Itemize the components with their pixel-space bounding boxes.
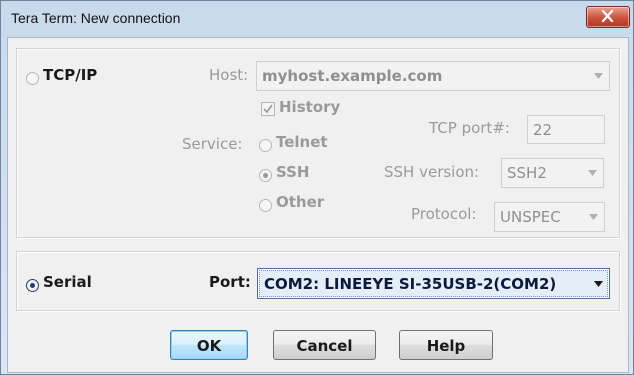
host-label: Host: [209, 66, 249, 84]
tcp-port-input[interactable]: 22 [527, 115, 605, 144]
close-button[interactable] [586, 6, 630, 28]
tcpip-radio[interactable] [26, 72, 39, 85]
port-value: COM2: LINEEYE SI-35USB-2(COM2) [264, 274, 557, 293]
ssh-version-value: SSH2 [507, 164, 547, 182]
checkmark-icon [263, 104, 273, 114]
history-checkbox[interactable] [261, 102, 275, 116]
history-label[interactable]: History [279, 98, 340, 116]
telnet-radio[interactable] [259, 139, 272, 152]
other-radio[interactable] [259, 199, 272, 212]
chevron-down-icon[interactable] [594, 73, 603, 79]
dialog-window: Tera Term: New connection TCP/IP Host: m… [0, 0, 634, 375]
ok-button[interactable]: OK [170, 330, 248, 360]
chevron-down-icon[interactable] [594, 280, 603, 287]
window-title: Tera Term: New connection [11, 10, 181, 26]
port-selection-highlight: COM2: LINEEYE SI-35USB-2(COM2) [259, 270, 608, 297]
ssh-label[interactable]: SSH [276, 163, 310, 181]
port-label: Port: [209, 273, 251, 291]
ssh-version-label: SSH version: [384, 163, 480, 181]
title-bar[interactable]: Tera Term: New connection [1, 1, 633, 37]
other-label[interactable]: Other [276, 193, 324, 211]
chevron-down-icon[interactable] [588, 170, 597, 176]
dialog-client-area: TCP/IP Host: myhost.example.com History … [7, 37, 629, 373]
telnet-label[interactable]: Telnet [276, 133, 328, 151]
cancel-button[interactable]: Cancel [273, 330, 376, 360]
tcp-port-value: 22 [533, 120, 553, 139]
service-label: Service: [182, 135, 243, 153]
protocol-select[interactable]: UNSPEC [494, 202, 605, 232]
serial-radio-label[interactable]: Serial [43, 273, 92, 291]
chevron-down-icon[interactable] [589, 214, 598, 220]
close-icon [601, 10, 614, 22]
tcpip-radio-label[interactable]: TCP/IP [43, 66, 97, 84]
ssh-radio[interactable] [259, 169, 272, 182]
serial-radio[interactable] [26, 279, 39, 292]
tcp-port-label: TCP port#: [429, 119, 510, 137]
help-button[interactable]: Help [399, 330, 493, 360]
protocol-label: Protocol: [411, 205, 477, 223]
host-combobox[interactable]: myhost.example.com [256, 61, 610, 91]
protocol-value: UNSPEC [500, 208, 561, 226]
port-select[interactable]: COM2: LINEEYE SI-35USB-2(COM2) [257, 268, 610, 299]
host-value: myhost.example.com [262, 67, 443, 85]
ssh-version-select[interactable]: SSH2 [501, 158, 604, 188]
